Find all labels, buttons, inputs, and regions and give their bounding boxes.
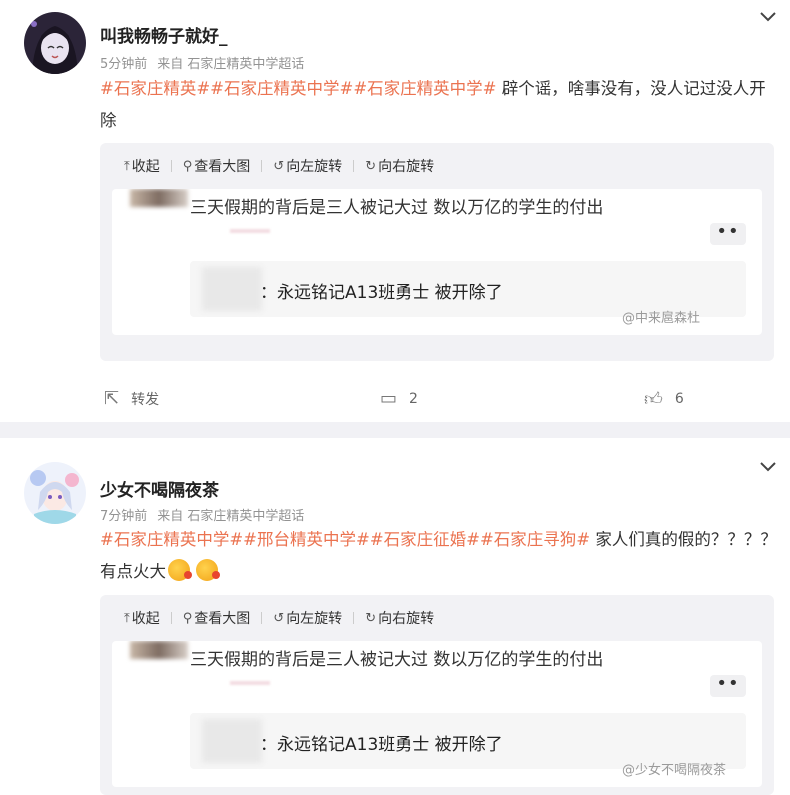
view-large-button[interactable]: ⚲ 查看大图 bbox=[183, 608, 251, 628]
post-source[interactable]: 来自 石家庄精英中学超话 bbox=[157, 509, 304, 524]
view-large-button[interactable]: ⚲ 查看大图 bbox=[183, 156, 251, 176]
image-watermark: @少女不喝隔夜茶 bbox=[622, 763, 727, 778]
rotate-left-button[interactable]: ↺ 向左旋转 bbox=[273, 608, 342, 628]
post-image[interactable]: 三天假期的背后是三人被记大过 数以万亿的学生的付出 •• ：永远铭记A13班勇士… bbox=[112, 641, 762, 787]
avatar[interactable] bbox=[24, 12, 86, 74]
post-image[interactable]: 三天假期的背后是三人被记大过 数以万亿的学生的付出 •• ：永远铭记A13班勇士… bbox=[112, 189, 762, 335]
image-message-text: ：永远铭记A13班勇士 被开除了 bbox=[260, 735, 503, 755]
image-message-text: ：永远铭记A13班勇士 被开除了 bbox=[260, 283, 503, 303]
share-icon: ⇱ bbox=[104, 388, 120, 409]
media-panel: ⤒ 收起 ⚲ 查看大图 ↺ 向左旋转 ↻ 向右旋转 三天假期的背后是三人被记大过 数以万… bbox=[100, 143, 774, 361]
rotate-left-icon: ↺ bbox=[273, 610, 285, 626]
divider bbox=[353, 612, 355, 624]
collapse-button[interactable]: ⤒ 收起 bbox=[124, 156, 160, 176]
chevron-down-icon[interactable] bbox=[758, 460, 778, 474]
kiss-emoji-icon bbox=[168, 559, 192, 581]
hashtag[interactable]: #石家庄精英中学# bbox=[353, 79, 496, 98]
collapse-button[interactable]: ⤒ 收起 bbox=[124, 608, 160, 628]
divider bbox=[170, 160, 172, 172]
post-content: #石家庄精英##石家庄精英中学##石家庄精英中学# 辟个谣，啥事没有，没人记过没… bbox=[100, 73, 780, 137]
post-meta: 7分钟前 来自 石家庄精英中学超话 bbox=[100, 505, 314, 524]
post-1: 叫我畅畅子就好_ 5分钟前 来自 石家庄精英中学超话 #石家庄精英##石家庄精英中… bbox=[0, 0, 790, 422]
more-dots-icon: •• bbox=[710, 223, 746, 245]
arrow-up-icon: ⤒ bbox=[124, 158, 130, 174]
divider bbox=[170, 612, 172, 624]
chevron-down-icon[interactable] bbox=[758, 10, 778, 24]
media-toolbar: ⤒ 收起 ⚲ 查看大图 ↺ 向左旋转 ↻ 向右旋转 bbox=[124, 156, 434, 176]
hashtag[interactable]: #邢台精英中学# bbox=[243, 530, 370, 549]
kiss-emoji-icon bbox=[196, 559, 220, 581]
comment-icon: ▭ bbox=[380, 388, 398, 409]
media-panel: ⤒ 收起 ⚲ 查看大图 ↺ 向左旋转 ↻ 向右旋转 三天假期的背后是三人被记大过 数以万… bbox=[100, 595, 774, 795]
more-dots-icon: •• bbox=[710, 675, 746, 697]
post-text-line2: 有点火大 bbox=[100, 562, 166, 581]
rotate-right-button[interactable]: ↻ 向右旋转 bbox=[365, 608, 434, 628]
hashtag[interactable]: #石家庄寻狗# bbox=[480, 530, 590, 549]
hashtag[interactable]: #石家庄精英# bbox=[100, 79, 210, 98]
post-separator bbox=[0, 422, 790, 438]
blurred-thumbnail bbox=[130, 189, 188, 207]
faint-text bbox=[230, 229, 270, 233]
rotate-right-button[interactable]: ↻ 向右旋转 bbox=[365, 156, 434, 176]
rotate-left-button[interactable]: ↺ 向左旋转 bbox=[273, 156, 342, 176]
hashtag[interactable]: #石家庄精英中学# bbox=[100, 530, 243, 549]
divider bbox=[353, 160, 355, 172]
blurred-avatar bbox=[202, 719, 262, 763]
rotate-left-icon: ↺ bbox=[273, 158, 285, 174]
divider bbox=[261, 160, 263, 172]
post-source[interactable]: 来自 石家庄精英中学超话 bbox=[157, 57, 304, 72]
divider bbox=[261, 612, 263, 624]
post-time[interactable]: 5分钟前 bbox=[100, 57, 147, 72]
post-content: #石家庄精英中学##邢台精英中学##石家庄征婚##石家庄寻狗# 家人们真的假的？… bbox=[100, 524, 780, 588]
hashtag[interactable]: #石家庄征婚# bbox=[370, 530, 480, 549]
post-meta: 5分钟前 来自 石家庄精英中学超话 bbox=[100, 53, 314, 72]
image-title-text: 三天假期的背后是三人被记大过 数以万亿的学生的付出 bbox=[190, 650, 604, 670]
magnifier-icon: ⚲ bbox=[182, 158, 193, 174]
username[interactable]: 叫我畅畅子就好_ bbox=[100, 22, 228, 47]
comment-button[interactable]: ▭ 2 bbox=[380, 388, 418, 409]
post-text: 家人们真的假的？？？？ bbox=[595, 530, 777, 549]
hashtag[interactable]: #石家庄精英中学# bbox=[210, 79, 353, 98]
avatar[interactable] bbox=[24, 462, 86, 524]
thumbs-up-icon: 👍︎ bbox=[644, 389, 663, 410]
faint-text bbox=[230, 681, 270, 685]
image-watermark: @中来扈森杜 bbox=[622, 311, 701, 326]
username[interactable]: 少女不喝隔夜茶 bbox=[100, 476, 219, 501]
image-title-text: 三天假期的背后是三人被记大过 数以万亿的学生的付出 bbox=[190, 198, 604, 218]
post-time[interactable]: 7分钟前 bbox=[100, 509, 147, 524]
magnifier-icon: ⚲ bbox=[182, 610, 193, 626]
like-button[interactable]: 👍︎ 6 bbox=[644, 388, 684, 410]
media-toolbar: ⤒ 收起 ⚲ 查看大图 ↺ 向左旋转 ↻ 向右旋转 bbox=[124, 608, 434, 628]
blurred-thumbnail bbox=[130, 641, 188, 659]
post-2: 少女不喝隔夜茶 7分钟前 来自 石家庄精英中学超话 #石家庄精英中学##邢台精英中… bbox=[0, 438, 790, 795]
rotate-right-icon: ↻ bbox=[365, 158, 377, 174]
blurred-avatar bbox=[202, 267, 262, 311]
repost-button[interactable]: ⇱ 转发 bbox=[104, 388, 159, 409]
rotate-right-icon: ↻ bbox=[365, 610, 377, 626]
arrow-up-icon: ⤒ bbox=[124, 610, 130, 626]
